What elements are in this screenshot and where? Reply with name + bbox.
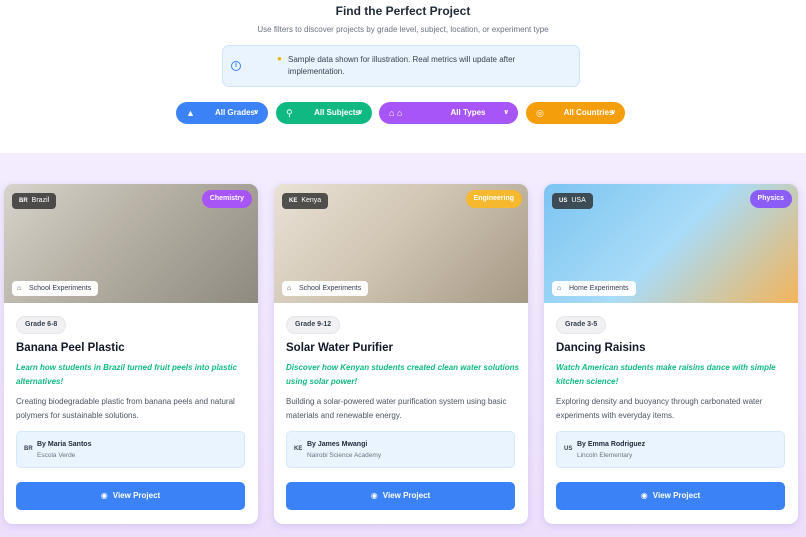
- project-image: BR Brazil Chemistry ⌂ School Experiments: [4, 184, 258, 303]
- header-section: Find the Perfect Project Use filters to …: [0, 0, 806, 153]
- eye-icon: ◉: [100, 491, 108, 500]
- author-country-code: KE: [294, 446, 303, 452]
- project-tagline: Learn how students in Brazil turned frui…: [16, 363, 237, 386]
- project-tagline: Watch American students make raisins dan…: [556, 363, 776, 386]
- view-project-button[interactable]: ◉ View Project: [286, 482, 515, 510]
- grade-filter-label: All Grades: [214, 108, 255, 117]
- lightbulb-icon: ●: [277, 54, 282, 63]
- subject-filter[interactable]: ⚲ All Subjects ∨: [276, 102, 372, 124]
- author-country-code: US: [564, 446, 573, 452]
- author-box: BR By Maria Santos Escola Verde: [16, 431, 245, 468]
- country-filter-label: All Countries: [563, 108, 614, 117]
- subject-badge: Engineering: [465, 190, 522, 208]
- country-badge: KE Kenya: [282, 193, 329, 209]
- author-school: Lincoln Elementary: [577, 452, 633, 459]
- chevron-down-icon: ∨: [503, 109, 509, 116]
- project-description: Building a solar-powered water purificat…: [286, 397, 507, 420]
- subject-filter-label: All Subjects: [314, 108, 360, 117]
- author-box: US By Emma Rodriguez Lincoln Elementary: [556, 431, 785, 468]
- home-school-icon: ⌂ ⌂: [389, 108, 403, 118]
- country-badge: BR Brazil: [12, 193, 57, 209]
- grade-badge: Grade 6-8: [16, 316, 67, 334]
- view-project-button[interactable]: ◉ View Project: [16, 482, 245, 510]
- project-card[interactable]: KE Kenya Engineering ⌂ School Experiments …: [274, 184, 528, 524]
- type-filter[interactable]: ⌂ ⌂ All Types ∨: [379, 102, 518, 124]
- project-title: Dancing Raisins: [556, 342, 646, 354]
- chevron-down-icon: ∨: [610, 109, 616, 116]
- author-name: By James Mwangi: [307, 441, 368, 448]
- project-image: US USA Physics ⌂ Home Experiments: [544, 184, 798, 303]
- type-badge: ⌂ School Experiments: [282, 281, 369, 296]
- page-subtitle: Use filters to discover projects by grad…: [257, 25, 549, 34]
- home-icon: ⌂: [557, 285, 562, 292]
- eye-icon: ◉: [640, 491, 648, 500]
- country-badge: US USA: [552, 193, 593, 209]
- info-icon: i: [231, 61, 241, 71]
- author-school: Escola Verde: [37, 452, 76, 459]
- project-card[interactable]: BR Brazil Chemistry ⌂ School Experiments G…: [4, 184, 258, 524]
- eye-icon: ◉: [370, 491, 378, 500]
- chevron-down-icon: ∨: [357, 109, 363, 116]
- grade-badge: Grade 9-12: [286, 316, 341, 334]
- author-country-code: BR: [24, 446, 33, 452]
- author-name: By Emma Rodriguez: [577, 441, 646, 448]
- project-image: KE Kenya Engineering ⌂ School Experiments: [274, 184, 528, 303]
- project-description: Exploring density and buoyancy through c…: [556, 397, 763, 420]
- globe-icon: ◎: [536, 108, 544, 118]
- project-title: Banana Peel Plastic: [16, 342, 125, 354]
- view-project-button[interactable]: ◉ View Project: [556, 482, 785, 510]
- sample-data-notice: i ● Sample data shown for illustration. …: [222, 45, 580, 87]
- type-badge: ⌂ School Experiments: [12, 281, 99, 296]
- project-title: Solar Water Purifier: [286, 342, 393, 354]
- subject-badge: Physics: [749, 190, 792, 208]
- type-badge: ⌂ Home Experiments: [552, 281, 636, 296]
- project-grid: BR Brazil Chemistry ⌂ School Experiments G…: [0, 153, 806, 537]
- school-icon: ⌂: [17, 285, 22, 292]
- author-box: KE By James Mwangi Nairobi Science Acade…: [286, 431, 515, 468]
- project-tagline: Discover how Kenyan students created cle…: [286, 363, 519, 386]
- graduation-cap-icon: ▲: [186, 108, 195, 118]
- author-school: Nairobi Science Academy: [307, 452, 382, 459]
- grade-badge: Grade 3-5: [556, 316, 607, 334]
- project-description: Creating biodegradable plastic from bana…: [16, 397, 235, 420]
- author-name: By Maria Santos: [37, 441, 92, 448]
- notice-text: Sample data shown for illustration. Real…: [288, 55, 516, 76]
- subject-badge: Chemistry: [201, 190, 252, 208]
- grade-filter[interactable]: ▲ All Grades ∨: [176, 102, 268, 124]
- search-icon: ⚲: [286, 108, 293, 118]
- filter-bar: ▲ All Grades ∨ ⚲ All Subjects ∨ ⌂ ⌂ All …: [0, 102, 806, 124]
- page-title: Find the Perfect Project: [335, 4, 471, 18]
- country-filter[interactable]: ◎ All Countries ∨: [526, 102, 625, 124]
- chevron-down-icon: ∨: [253, 109, 259, 116]
- school-icon: ⌂: [287, 285, 292, 292]
- type-filter-label: All Types: [450, 108, 486, 117]
- project-card[interactable]: US USA Physics ⌂ Home Experiments Grade 3-…: [544, 184, 798, 524]
